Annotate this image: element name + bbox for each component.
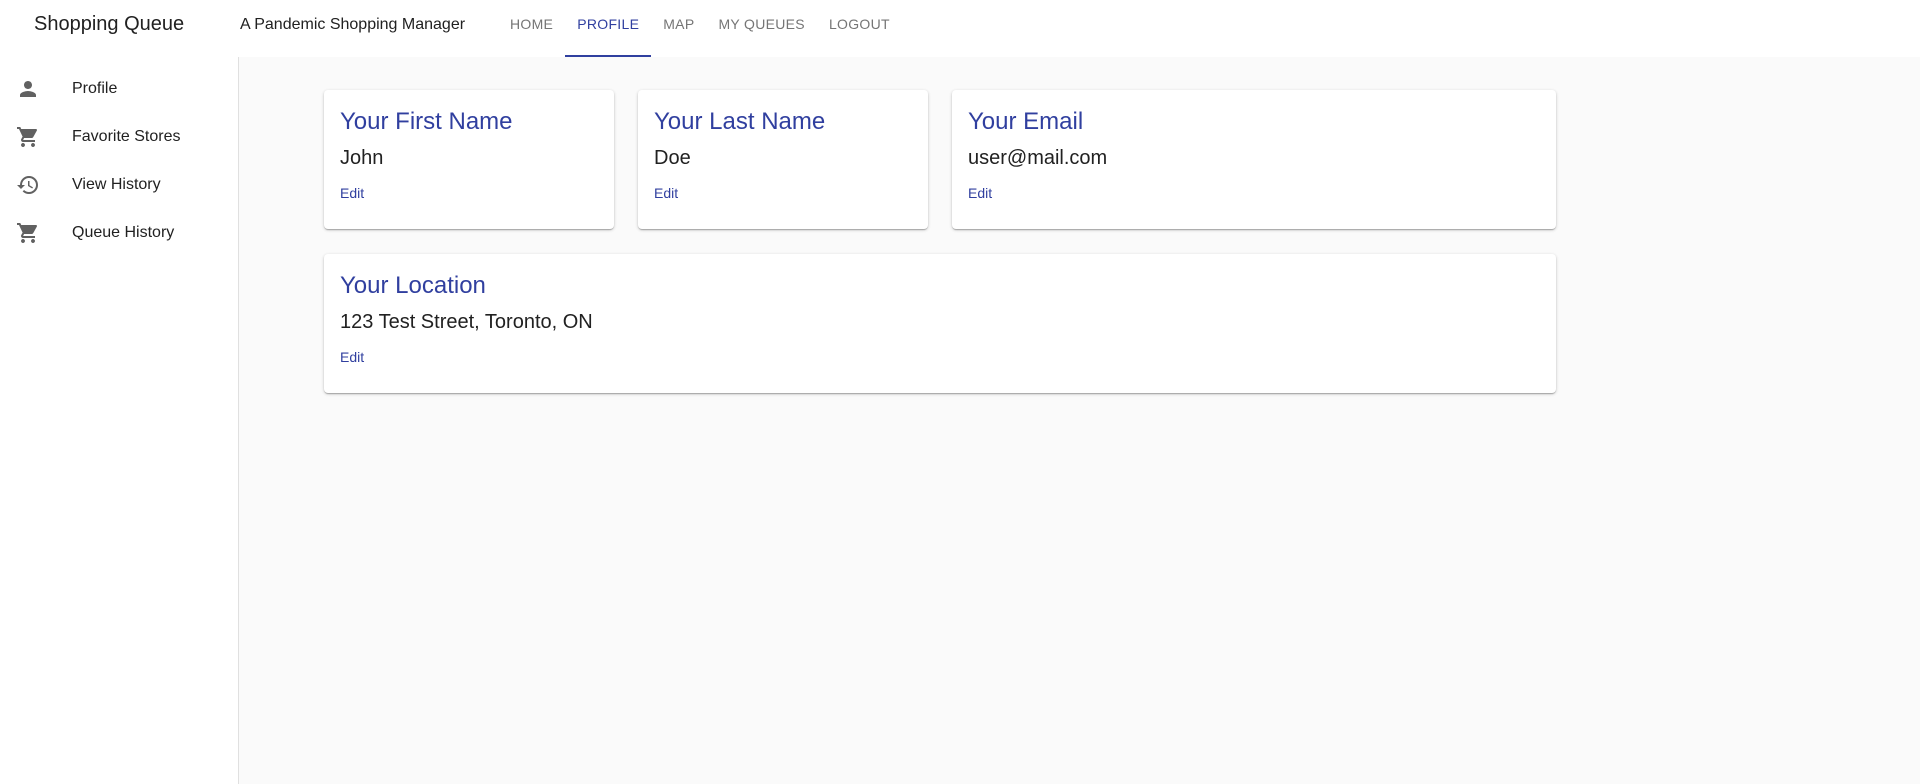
sidebar-item-queue-history[interactable]: Queue History [0,209,238,257]
sidebar-item-label: Profile [72,80,118,97]
app-brand[interactable]: Shopping Queue [34,0,184,49]
card-title: Your Last Name [654,108,826,135]
card-title: Your Location [340,272,486,299]
tab-my-queues[interactable]: MY QUEUES [706,0,816,57]
email-value: user@mail.com [968,147,1108,169]
sidebar-item-favorite-stores[interactable]: Favorite Stores [0,113,238,161]
edit-location-button[interactable]: Edit [340,349,364,365]
edit-first-name-button[interactable]: Edit [340,185,364,201]
last-name-card: Your Last Name Doe Edit [638,90,928,229]
tab-home[interactable]: HOME [498,0,565,57]
sidebar-item-label: View History [72,176,161,193]
tab-logout[interactable]: LOGOUT [817,0,902,57]
card-title: Your Email [968,108,1084,135]
location-card: Your Location 123 Test Street, Toronto, … [324,254,1556,393]
sidebar-item-view-history[interactable]: View History [0,161,238,209]
edit-last-name-button[interactable]: Edit [654,185,678,201]
last-name-value: Doe [654,147,691,169]
edit-email-button[interactable]: Edit [968,185,992,201]
sidebar-item-profile[interactable]: Profile [0,65,238,113]
sidebar-item-label: Queue History [72,224,175,241]
tab-map[interactable]: MAP [651,0,706,57]
person-icon [16,77,40,101]
card-title: Your First Name [340,108,513,135]
cart-icon [16,125,40,149]
top-app-bar: Shopping Queue A Pandemic Shopping Manag… [0,0,1920,57]
history-icon [16,173,40,197]
location-value: 123 Test Street, Toronto, ON [340,311,593,333]
app-tagline: A Pandemic Shopping Manager [240,16,466,33]
first-name-value: John [340,147,384,169]
nav-tabs: HOME PROFILE MAP MY QUEUES LOGOUT [498,0,902,57]
first-name-card: Your First Name John Edit [324,90,614,229]
email-card: Your Email user@mail.com Edit [952,90,1556,229]
cart-icon [16,221,40,245]
sidebar: Profile Favorite Stores View History Que… [0,57,239,784]
sidebar-item-label: Favorite Stores [72,128,181,145]
tab-profile[interactable]: PROFILE [565,0,652,57]
